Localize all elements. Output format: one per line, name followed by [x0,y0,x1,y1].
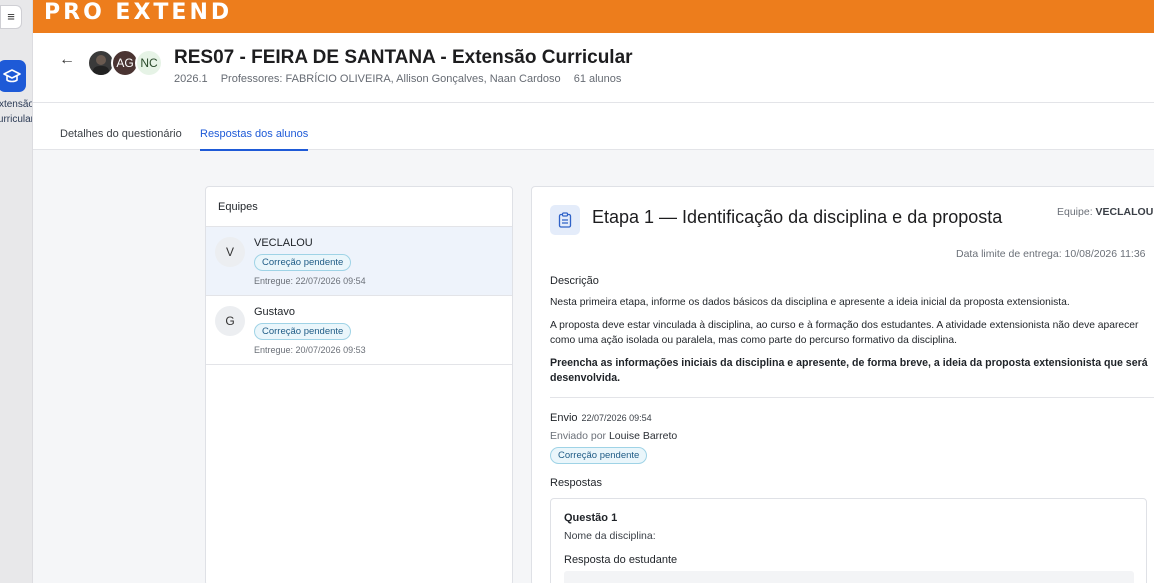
sent-by-name: Louise Barreto [608,430,678,442]
description-instruction: Preencha as informações iniciais da disc… [550,357,1148,384]
team-item[interactable]: V VECLALOU Correção pendente Entregue: 2… [206,227,512,296]
tab-bar: Detalhes do questionário Respostas dos a… [33,103,1154,151]
question-card: Questão 1 Nome da disciplina: Resposta d… [550,498,1147,583]
team-item[interactable]: G Gustavo Correção pendente Entregue: 20… [206,296,512,365]
clipboard-icon [550,205,580,235]
team-delivered: Entregue: 22/07/2026 09:54 [254,276,366,286]
student-answer-label: Resposta do estudante [564,554,678,566]
student-answer-box [564,571,1134,583]
course-term: 2026.1 [174,73,208,85]
status-badge: Correção pendente [254,323,352,340]
hamburger-icon[interactable]: ≡ [0,5,22,29]
course-students: 61 alunos [573,73,622,85]
description-paragraph: A proposta deve estar vinculada à discip… [550,320,1139,346]
team-avatar: G [215,306,245,336]
team-label-prefix: Equipe: [1057,206,1093,218]
answers-heading: Respostas [550,477,602,489]
stage-title: Etapa 1 — Identificação da disciplina e … [592,207,1003,227]
status-badge: Correção pendente [550,447,648,464]
course-professors: Professores: FABRÍCIO OLIVEIRA, Allison … [220,73,561,85]
app-label[interactable]: Extensão Curricular [0,97,32,127]
submission-detail-panel: Etapa 1 — Identificação da disciplina e … [531,186,1154,583]
course-meta: 2026.1 Professores: FABRÍCIO OLIVEIRA, A… [174,73,631,85]
submission-info: Envio 22/07/2026 09:54 [550,412,652,424]
description-heading: Descrição [550,275,599,287]
divider [550,397,1154,398]
sent-by: Enviado por Louise Barreto [550,430,677,442]
question-text: Nome da disciplina: [564,530,656,542]
top-bar: PRO EXTEND [33,0,1154,33]
deadline: Data limite de entrega: 10/08/2026 11:36 [956,248,1146,260]
app-rail: ≡ Extensão Curricular [0,0,33,583]
course-header: ← AG NC RES07 - FEIRA DE SANTANA - Exten… [33,33,1154,103]
tab-questionnaire-details[interactable]: Detalhes do questionário [60,128,182,151]
description-paragraph: Nesta primeira etapa, informe os dados b… [550,297,1070,308]
teams-title: Equipes [206,187,512,227]
graduation-cap-icon[interactable] [0,60,26,92]
teams-panel: Equipes V VECLALOU Correção pendente Ent… [205,186,513,583]
page-title: RES07 - FEIRA DE SANTANA - Extensão Curr… [174,47,633,68]
team-label-name: VECLALOU [1095,206,1154,218]
avatar: NC [135,49,163,77]
team-name: Gustavo [254,306,295,318]
back-arrow-icon[interactable]: ← [59,51,75,69]
submission-label: Envio [550,412,578,424]
sent-by-label: Enviado por [550,430,607,442]
status-badge: Correção pendente [254,254,352,271]
team-name: VECLALOU [254,237,313,249]
team-delivered: Entregue: 20/07/2026 09:53 [254,345,366,355]
brand-logo[interactable]: PRO EXTEND [44,0,232,26]
submission-date: 22/07/2026 09:54 [581,413,652,423]
question-title: Questão 1 [564,512,618,524]
team-avatar: V [215,237,245,267]
team-label: Equipe: VECLALOU [1057,206,1153,218]
tab-student-answers[interactable]: Respostas dos alunos [200,128,309,151]
